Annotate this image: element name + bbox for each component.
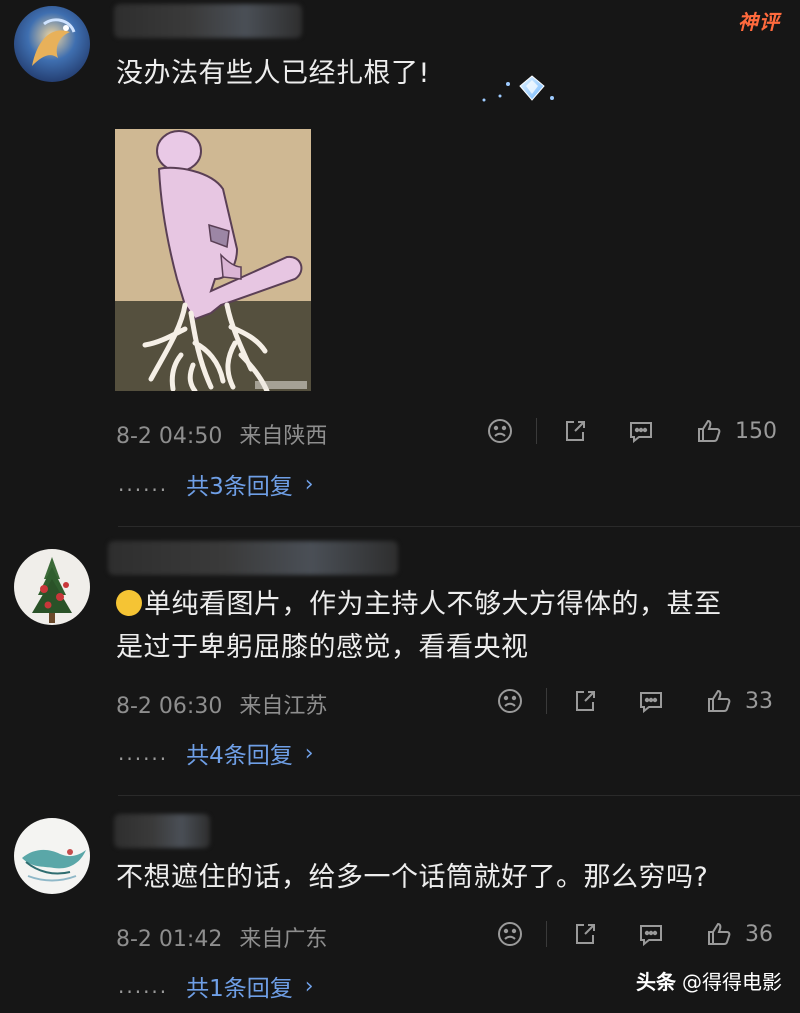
comment-location: 来自陕西 xyxy=(239,424,328,449)
avatar[interactable] xyxy=(14,818,90,894)
comment-text-line: 单纯看图片，作为主持人不够大方得体的，甚至 xyxy=(116,583,722,626)
view-replies[interactable]: ...... 共1条回复 › xyxy=(118,969,314,1003)
like-count: 36 xyxy=(745,921,773,947)
meme-image-rooted-man[interactable] xyxy=(115,129,311,391)
comment-text: 单纯看图片，作为主持人不够大方得体的，甚至 是过于卑躬屈膝的感觉，看看央视 xyxy=(116,583,722,669)
share-icon[interactable] xyxy=(569,918,601,950)
share-icon[interactable] xyxy=(559,415,591,447)
frown-face-icon[interactable] xyxy=(494,685,526,717)
thumbs-up-icon[interactable] xyxy=(703,685,735,717)
chevron-right-icon[interactable]: › xyxy=(305,741,314,766)
frown-face-icon[interactable] xyxy=(494,918,526,950)
source-watermark: 头条 @得得电影 xyxy=(636,966,782,995)
reply-dots: ...... xyxy=(118,741,169,765)
comment-time: 8-2 01:42 xyxy=(116,927,223,952)
action-divider xyxy=(546,688,547,714)
comment-text-line1: 单纯看图片，作为主持人不够大方得体的，甚至 xyxy=(144,589,722,620)
comment-text-line2: 是过于卑躬屈膝的感觉，看看央视 xyxy=(116,632,529,663)
replies-link[interactable]: 共1条回复 xyxy=(186,969,293,1003)
username-blurred[interactable] xyxy=(114,814,210,848)
replies-link[interactable]: 共4条回复 xyxy=(186,736,293,770)
comment-meta: 8-2 06:30 来自江苏 xyxy=(116,688,327,720)
comment-text: 没办法有些人已经扎根了! xyxy=(116,58,430,89)
thumbs-up-icon[interactable] xyxy=(703,918,735,950)
reply-dots: ...... xyxy=(118,974,169,998)
comment-meta: 8-2 01:42 来自广东 xyxy=(116,921,327,953)
comment-feed: 神评 没办法有些人已经扎根了! 8-2 04:50 来自陕西 150 .....… xyxy=(0,0,800,1013)
comment-time: 8-2 04:50 xyxy=(116,424,223,449)
username-blurred[interactable] xyxy=(108,541,398,575)
chevron-right-icon[interactable]: › xyxy=(305,472,314,497)
comment-actions: 150 xyxy=(484,414,777,448)
like-count: 33 xyxy=(745,688,773,714)
frown-face-icon[interactable] xyxy=(484,415,516,447)
watermark-account: @得得电影 xyxy=(682,970,782,994)
thumbs-up-icon[interactable] xyxy=(693,415,725,447)
chevron-right-icon[interactable]: › xyxy=(305,974,314,999)
action-divider xyxy=(536,418,537,444)
comment-actions: 33 xyxy=(494,684,773,718)
comment-icon[interactable] xyxy=(635,918,667,950)
hot-comment-badge: 神评 xyxy=(738,10,780,34)
action-divider xyxy=(546,921,547,947)
avatar[interactable] xyxy=(14,6,90,82)
replies-link[interactable]: 共3条回复 xyxy=(186,467,293,501)
comment-location: 来自广东 xyxy=(239,927,328,952)
sparkle-gem-icon xyxy=(482,75,554,102)
username-blurred[interactable] xyxy=(114,4,302,38)
reply-dots: ...... xyxy=(118,472,169,496)
comment-location: 来自江苏 xyxy=(239,694,328,719)
watermark-platform: 头条 xyxy=(636,970,676,994)
comment-time: 8-2 06:30 xyxy=(116,694,223,719)
crying-laugh-emoji-icon xyxy=(116,590,142,616)
comment-icon[interactable] xyxy=(635,685,667,717)
comment-meta: 8-2 04:50 来自陕西 xyxy=(116,418,327,450)
view-replies[interactable]: ...... 共4条回复 › xyxy=(118,736,314,770)
comment-icon[interactable] xyxy=(625,415,657,447)
comment-1: 神评 没办法有些人已经扎根了! 8-2 04:50 来自陕西 150 .....… xyxy=(0,0,800,525)
comment-text: 不想遮住的话，给多一个话筒就好了。那么穷吗? xyxy=(116,862,709,893)
comment-2: 单纯看图片，作为主持人不够大方得体的，甚至 是过于卑躬屈膝的感觉，看看央视 8-… xyxy=(0,527,800,795)
view-replies[interactable]: ...... 共3条回复 › xyxy=(118,467,314,501)
like-count: 150 xyxy=(735,418,777,444)
share-icon[interactable] xyxy=(569,685,601,717)
avatar[interactable] xyxy=(14,549,90,625)
comment-actions: 36 xyxy=(494,917,773,951)
